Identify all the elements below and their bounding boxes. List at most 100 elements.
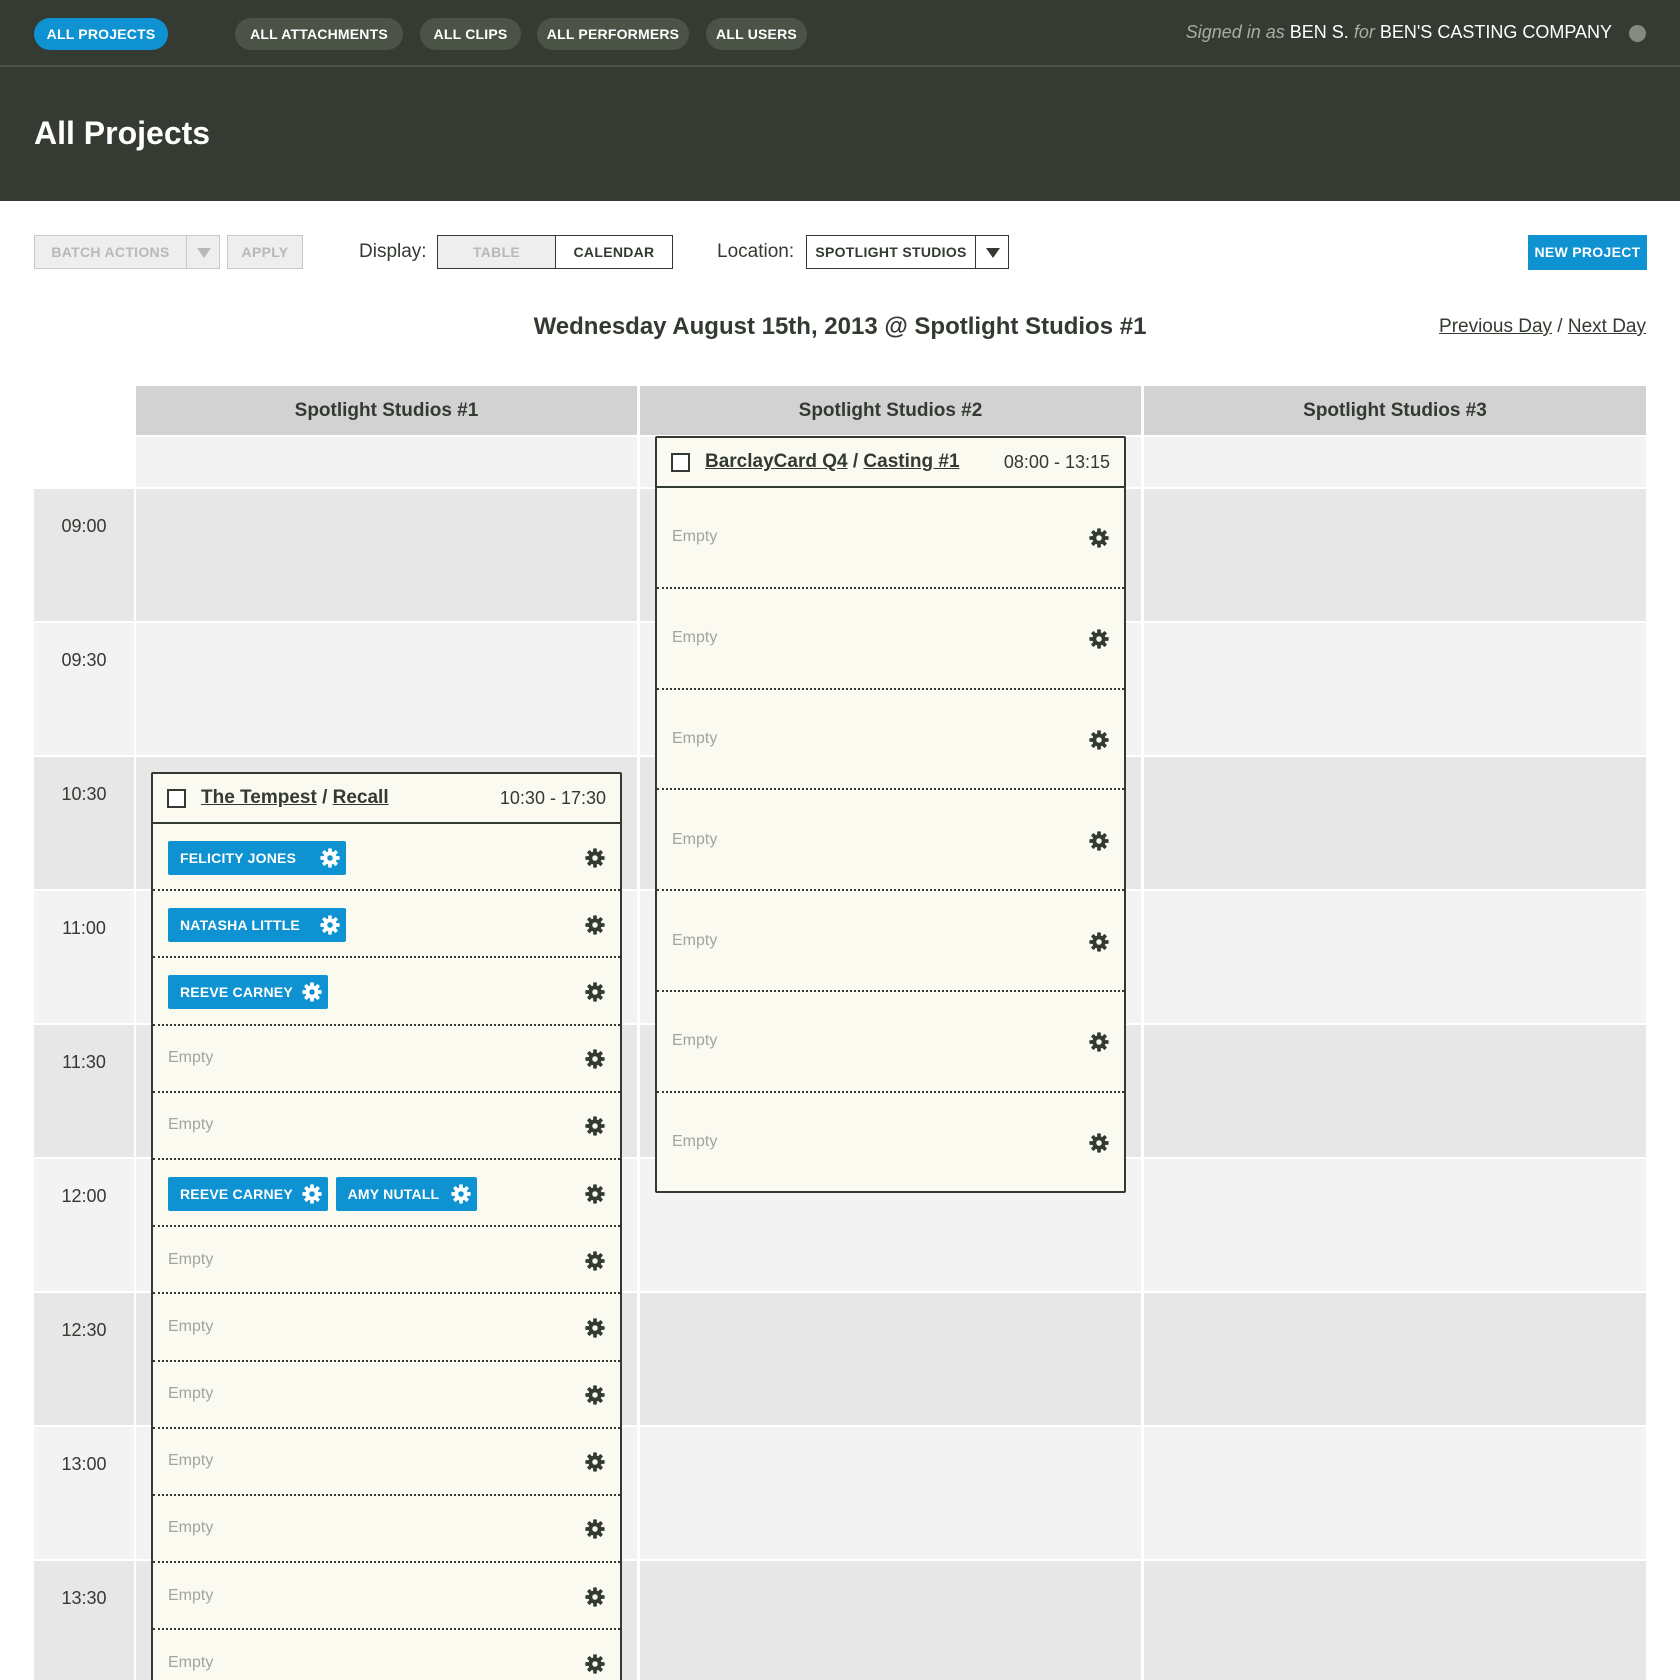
slot-gear-icon[interactable] <box>584 1250 606 1272</box>
session-link[interactable]: Recall <box>333 787 389 808</box>
event-card-barclaycard[interactable]: BarclayCard Q4 / Casting #1 08:00 - 13:1… <box>655 436 1126 1193</box>
chevron-down-icon[interactable] <box>186 236 220 268</box>
time-slot[interactable]: Empty <box>153 1362 620 1429</box>
tab-all-attachments[interactable]: ALL ATTACHMENTS <box>235 18 403 50</box>
performer-name: REEVE CARNEY <box>180 1185 293 1202</box>
slot-gear-icon[interactable] <box>1088 1132 1110 1154</box>
allday-cell[interactable] <box>136 437 637 487</box>
time-slot-cell[interactable] <box>1144 489 1646 621</box>
time-slot-cell[interactable] <box>1144 1025 1646 1157</box>
slot-gear-icon[interactable] <box>584 914 606 936</box>
performer-name: REEVE CARNEY <box>180 983 293 1000</box>
time-slot[interactable]: REEVE CARNEY AMY NUTALL <box>153 1160 620 1228</box>
slot-gear-icon[interactable] <box>1088 830 1110 852</box>
time-slot[interactable]: FELICITY JONES <box>153 824 620 892</box>
slot-gear-icon[interactable] <box>584 1048 606 1070</box>
tab-all-performers[interactable]: ALL PERFORMERS <box>537 18 689 50</box>
slot-gear-icon[interactable] <box>584 1183 606 1205</box>
time-slot[interactable]: Empty <box>657 790 1124 892</box>
event-card-tempest[interactable]: The Tempest / Recall 10:30 - 17:30 FELIC… <box>151 772 622 1680</box>
tab-all-clips[interactable]: ALL CLIPS <box>420 18 521 50</box>
project-link[interactable]: The Tempest <box>201 787 317 808</box>
time-slot[interactable]: Empty <box>153 1429 620 1496</box>
time-label: 09:30 <box>34 623 134 755</box>
time-slot[interactable]: Empty <box>657 589 1124 690</box>
batch-actions-select[interactable]: BATCH ACTIONS <box>34 235 220 269</box>
time-slot-cell[interactable] <box>640 1427 1141 1559</box>
chevron-down-icon[interactable] <box>975 236 1009 268</box>
slot-gear-icon[interactable] <box>584 981 606 1003</box>
time-slot[interactable]: Empty <box>657 891 1124 992</box>
tab-all-projects[interactable]: ALL PROJECTS <box>34 18 168 50</box>
slot-gear-icon[interactable] <box>584 847 606 869</box>
empty-slot-label: Empty <box>672 931 718 949</box>
performer-gear-icon[interactable] <box>319 847 341 869</box>
slot-gear-icon[interactable] <box>1088 931 1110 953</box>
time-slot-cell[interactable] <box>1144 623 1646 755</box>
time-slot-cell[interactable] <box>136 489 637 621</box>
performer-name: NATASHA LITTLE <box>180 916 300 933</box>
new-project-button[interactable]: NEW PROJECT <box>1528 235 1647 270</box>
slot-gear-icon[interactable] <box>584 1586 606 1608</box>
time-slot[interactable]: Empty <box>657 992 1124 1093</box>
time-slot[interactable]: Empty <box>657 488 1124 589</box>
time-slot-cell[interactable] <box>136 623 637 755</box>
time-slot-cell[interactable] <box>1144 1561 1646 1680</box>
performer-chip[interactable]: REEVE CARNEY <box>168 974 328 1009</box>
time-slot[interactable]: Empty <box>657 1093 1124 1194</box>
time-slot[interactable]: REEVE CARNEY <box>153 958 620 1026</box>
time-slot-cell[interactable] <box>640 1561 1141 1680</box>
event-checkbox[interactable] <box>671 453 690 472</box>
time-slot-cell[interactable] <box>640 1293 1141 1425</box>
session-link[interactable]: Casting #1 <box>863 451 959 472</box>
performer-gear-icon[interactable] <box>301 1183 323 1205</box>
location-select[interactable]: SPOTLIGHT STUDIOS <box>806 235 1009 269</box>
slot-gear-icon[interactable] <box>584 1115 606 1137</box>
performer-chip[interactable]: FELICITY JONES <box>168 840 347 875</box>
allday-cell[interactable] <box>1144 437 1646 487</box>
slot-gear-icon[interactable] <box>584 1653 606 1675</box>
slot-gear-icon[interactable] <box>1088 527 1110 549</box>
performer-chip[interactable]: AMY NUTALL <box>335 1176 477 1211</box>
empty-slot-label: Empty <box>168 1452 214 1470</box>
time-slot[interactable]: Empty <box>153 1093 620 1160</box>
tab-all-users[interactable]: ALL USERS <box>706 18 807 50</box>
time-slot[interactable]: Empty <box>153 1294 620 1362</box>
slot-gear-icon[interactable] <box>584 1317 606 1339</box>
performer-chip[interactable]: REEVE CARNEY <box>168 1176 328 1211</box>
time-slot-cell[interactable] <box>1144 1427 1646 1559</box>
time-slot[interactable]: Empty <box>153 1496 620 1564</box>
next-day-link[interactable]: Next Day <box>1568 316 1646 337</box>
title-separator: / <box>322 787 328 808</box>
company-name[interactable]: BEN'S CASTING COMPANY <box>1380 22 1612 42</box>
time-slot-cell[interactable] <box>1144 1159 1646 1291</box>
slot-gear-icon[interactable] <box>1088 729 1110 751</box>
slot-gear-icon[interactable] <box>584 1518 606 1540</box>
performer-gear-icon[interactable] <box>319 914 341 936</box>
time-slot-cell[interactable] <box>1144 757 1646 889</box>
empty-slot-label: Empty <box>168 1586 214 1604</box>
slot-gear-icon[interactable] <box>584 1384 606 1406</box>
apply-button[interactable]: APPLY <box>227 235 303 269</box>
slot-gear-icon[interactable] <box>1088 1031 1110 1053</box>
performer-chip[interactable]: NATASHA LITTLE <box>168 907 347 942</box>
display-table-option[interactable]: TABLE <box>438 236 555 268</box>
slot-gear-icon[interactable] <box>584 1451 606 1473</box>
time-slot[interactable]: Empty <box>153 1026 620 1093</box>
status-dot-icon[interactable] <box>1629 25 1646 42</box>
performer-gear-icon[interactable] <box>450 1183 472 1205</box>
time-slot-cell[interactable] <box>1144 891 1646 1023</box>
performer-gear-icon[interactable] <box>301 981 323 1003</box>
time-slot[interactable]: NATASHA LITTLE <box>153 891 620 959</box>
event-checkbox[interactable] <box>167 789 186 808</box>
previous-day-link[interactable]: Previous Day <box>1439 316 1552 337</box>
display-calendar-option[interactable]: CALENDAR <box>555 236 672 268</box>
user-name[interactable]: BEN S. <box>1290 22 1349 42</box>
slot-gear-icon[interactable] <box>1088 628 1110 650</box>
project-link[interactable]: BarclayCard Q4 <box>705 451 848 472</box>
time-slot-cell[interactable] <box>1144 1293 1646 1425</box>
time-slot[interactable]: Empty <box>153 1227 620 1295</box>
time-slot[interactable]: Empty <box>153 1563 620 1631</box>
time-slot[interactable]: Empty <box>153 1630 620 1680</box>
time-slot[interactable]: Empty <box>657 690 1124 791</box>
